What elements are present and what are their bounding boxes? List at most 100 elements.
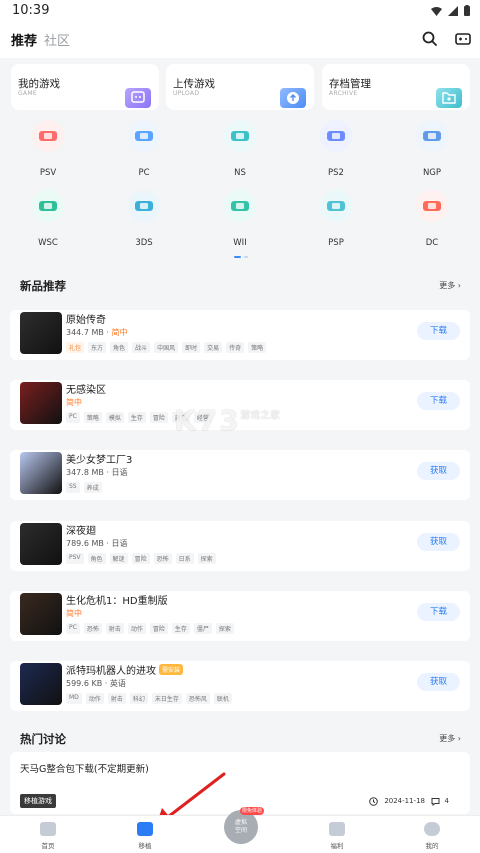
top-header: 推荐 社区	[0, 22, 480, 58]
platform-pc[interactable]: PC	[114, 120, 174, 180]
post-date: 2024-11-18	[384, 797, 425, 805]
game-cover	[20, 452, 62, 494]
tag: 策略	[248, 342, 267, 353]
download-button[interactable]: 下载	[417, 603, 460, 621]
tag: MD	[66, 693, 82, 704]
nav-port[interactable]: 移植	[115, 822, 175, 850]
game-tags: PC 恐怖 射击 动作 冒险 生存 僵尸 探索	[66, 623, 234, 634]
download-button[interactable]: 下载	[417, 392, 460, 410]
game-name: 无感染区	[66, 381, 106, 396]
console-icon	[320, 120, 352, 152]
archive-manage-title: 存档管理	[329, 78, 371, 90]
game-icon	[125, 88, 151, 108]
port-icon	[137, 822, 153, 836]
tag: 即时	[182, 342, 201, 353]
nav-welfare[interactable]: 福利	[307, 822, 367, 850]
virtual-space-line1: 虚拟	[234, 819, 247, 826]
platform-label: WSC	[38, 238, 58, 248]
game-card[interactable]: 生化危机1：HD重制版 简中 PC 恐怖 射击 动作 冒险 生存 僵尸 探索 下载	[10, 591, 470, 641]
game-title: 原始传奇	[66, 315, 106, 326]
tag: 科幻	[129, 693, 148, 704]
game-name: 原始传奇	[66, 311, 106, 326]
platform-ps2[interactable]: PS2	[306, 120, 366, 180]
tag: 模拟	[105, 412, 124, 423]
tag: 动作	[85, 693, 104, 704]
more-link[interactable]: 更多 ›	[439, 733, 461, 744]
tab-recommend[interactable]: 推荐	[11, 30, 37, 49]
archive-manage-card[interactable]: 存档管理 ARCHIVE	[322, 64, 470, 110]
tag: 中国风	[154, 342, 179, 353]
tag: PSV	[66, 553, 84, 564]
more-link[interactable]: 更多 ›	[439, 280, 461, 291]
game-language: 日语	[111, 539, 128, 548]
tag: 射击	[107, 693, 126, 704]
tag: 角色	[87, 553, 106, 564]
console-icon	[224, 190, 256, 222]
nav-home[interactable]: 首页	[18, 822, 78, 850]
game-language: 简中	[66, 609, 82, 618]
status-bar: 10:39	[0, 0, 480, 22]
upload-game-card[interactable]: 上传游戏 UPLOAD	[166, 64, 314, 110]
upload-icon	[280, 88, 306, 108]
game-card[interactable]: 派特玛机器人的进攻 需安装 599.6 KB · 英语 MD 动作 射击 科幻 末日生存 恐怖风…	[10, 661, 470, 711]
game-card[interactable]: 原始传奇 344.7 MB · 简中 礼包 东方 角色 战斗 中国风 即时 交易 传奇 策略 下载	[10, 310, 470, 360]
watermark-brand: K73	[174, 404, 241, 437]
console-icon	[32, 120, 64, 152]
platform-dc[interactable]: DC	[402, 190, 462, 250]
game-tags: 礼包 东方 角色 战斗 中国风 即时 交易 传奇 策略	[66, 342, 267, 353]
game-tags: MD 动作 射击 科幻 末日生存 恐怖风 联机	[66, 693, 232, 704]
upload-game-title: 上传游戏	[173, 78, 215, 90]
game-cover	[20, 593, 62, 635]
discussion-card[interactable]: 天马G整合包下载(不定期更新) 移植游戏 2024-11-18 4	[10, 752, 470, 814]
tag: 冒险	[149, 412, 168, 423]
game-cover	[20, 523, 62, 565]
game-meta: 789.6 MB · 日语	[66, 538, 127, 549]
my-games-subtitle: GAME	[18, 90, 37, 97]
tab-community[interactable]: 社区	[44, 30, 70, 49]
my-games-card[interactable]: 我的游戏 GAME	[11, 64, 159, 110]
game-language: 简中	[111, 328, 128, 337]
game-title: 派特玛机器人的进攻	[66, 666, 156, 677]
tag: 末日生存	[151, 693, 182, 704]
console-icon	[416, 190, 448, 222]
virtual-space-line2: 空间	[234, 827, 247, 834]
search-icon[interactable]	[421, 30, 439, 48]
nav-label: 福利	[330, 842, 344, 850]
category-chip[interactable]: 移植游戏	[20, 794, 56, 808]
platform-3ds[interactable]: 3DS	[114, 190, 174, 250]
tag: 动作	[127, 623, 146, 634]
console-icon	[128, 190, 160, 222]
tag: 射击	[105, 623, 124, 634]
platform-wsc[interactable]: WSC	[18, 190, 78, 250]
platform-psv[interactable]: PSV	[18, 120, 78, 180]
platform-ns[interactable]: NS	[210, 120, 270, 180]
platform-ngp[interactable]: NGP	[402, 120, 462, 180]
tag: 角色	[110, 342, 129, 353]
tag: 养成	[83, 482, 102, 493]
game-size: 599.6 KB	[66, 679, 103, 688]
nav-mine[interactable]: 我的	[402, 822, 462, 850]
platform-label: PS2	[328, 168, 344, 178]
platform-label: WII	[233, 238, 247, 248]
download-button[interactable]: 获取	[417, 462, 460, 480]
download-button[interactable]: 获取	[417, 673, 460, 691]
game-tags: PSV 角色 解谜 冒险 恐怖 日系 探索	[66, 553, 216, 564]
platform-wii[interactable]: WII	[210, 190, 270, 250]
game-card[interactable]: 深夜廻 789.6 MB · 日语 PSV 角色 解谜 冒险 恐怖 日系 探索 获取	[10, 521, 470, 571]
game-card[interactable]: 美少女梦工厂3 347.8 MB · 日语 SS 养成 获取	[10, 450, 470, 500]
gamepad-icon[interactable]	[454, 30, 472, 48]
game-tags: SS 养成	[66, 482, 102, 493]
status-time: 10:39	[12, 3, 50, 18]
virtual-space-button[interactable]: 虚拟 空间 限免体验	[224, 807, 264, 844]
tag: 恐怖	[153, 553, 172, 564]
platform-label: PSP	[328, 238, 344, 248]
platform-label: 3DS	[135, 238, 153, 248]
download-button[interactable]: 获取	[417, 533, 460, 551]
game-cover	[20, 663, 62, 705]
tag: 生存	[171, 623, 190, 634]
platform-psp[interactable]: PSP	[306, 190, 366, 250]
section-title: 热门讨论	[20, 732, 66, 746]
download-button[interactable]: 下载	[417, 322, 460, 340]
archive-manage-subtitle: ARCHIVE	[329, 90, 358, 97]
tag: PC	[66, 623, 80, 634]
